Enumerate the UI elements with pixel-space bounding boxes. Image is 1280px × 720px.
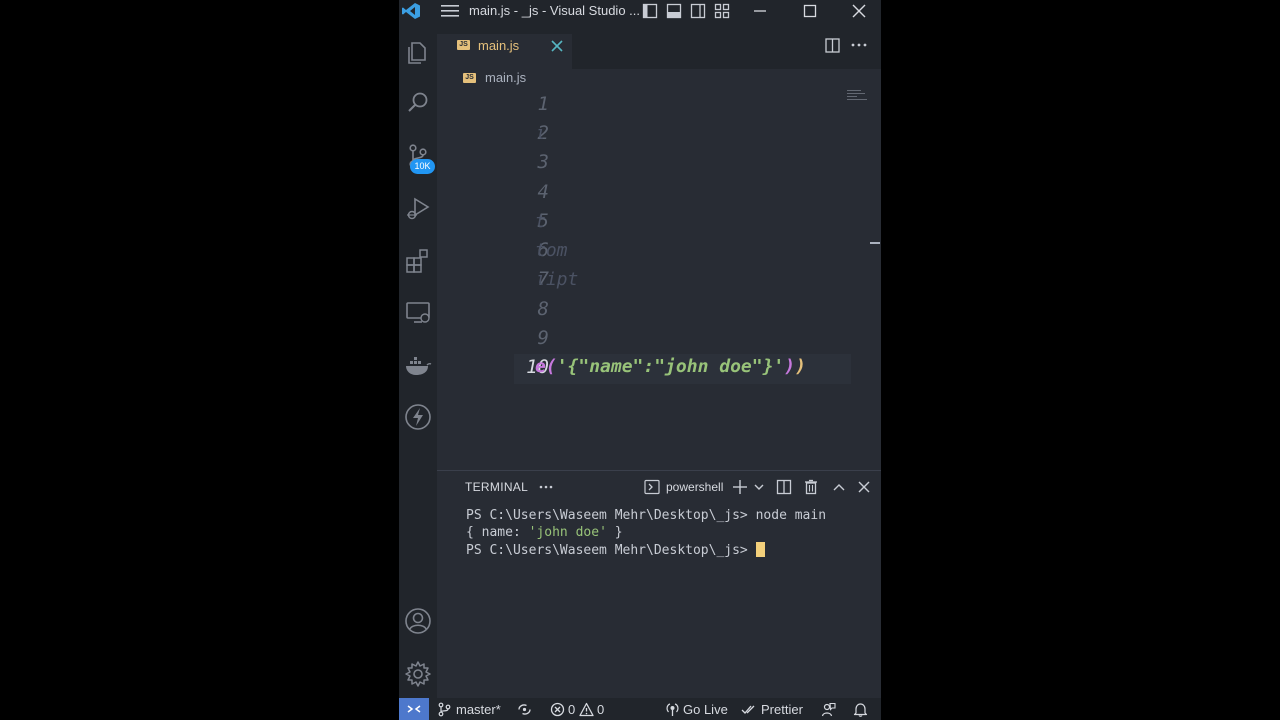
line-number: 4 [537,181,549,203]
terminal-icon [644,479,660,495]
branch-icon [438,702,451,717]
vscode-logo-icon [402,3,420,19]
window-title: main.js - _js - Visual Studio ... [469,3,640,18]
js-file-icon: JS [463,73,476,83]
scrollbar-marker[interactable] [870,242,880,244]
title-bar: main.js - _js - Visual Studio ... [399,0,881,22]
terminal-prompt[interactable]: PS C:\Users\Waseem Mehr\Desktop\_js> [466,542,765,558]
terminal-text: { name: [466,525,529,540]
maximize-icon[interactable] [801,2,819,20]
trash-icon[interactable] [803,479,819,495]
tab-label: main.js [478,38,520,53]
line-number: 3 [537,151,549,173]
customize-layout-icon[interactable] [714,3,730,19]
code-fragment: t [535,211,546,232]
activity-bar: 10K [399,22,437,698]
remote-explorer-icon[interactable] [404,299,432,327]
code-string: '{"name":"john doe"}' [556,356,785,377]
sync-icon[interactable] [517,702,532,717]
editor-tabs: JS main.js [437,22,881,69]
code-fragment: tom [535,240,568,261]
menu-icon[interactable] [441,4,459,18]
code-fragment: ι [535,123,546,144]
code-token: e [535,356,546,377]
terminal-text: } [606,525,623,540]
terminal-panel: TERMINAL powershell PS C:\Users\Waseem M… [437,470,881,698]
minimap[interactable] [847,89,867,101]
line-number: 1 [537,93,549,115]
tab-terminal[interactable]: TERMINAL [465,480,528,494]
branch-name[interactable]: master* [456,702,501,717]
go-live-button[interactable]: Go Live [683,702,728,717]
extensions-icon[interactable] [404,247,432,275]
feedback-icon[interactable] [821,702,836,717]
search-icon[interactable] [404,89,432,117]
explorer-icon[interactable] [404,38,432,66]
code-fragment: ιipt [535,269,579,290]
terminal-string: 'john doe' [528,525,607,540]
minimize-icon[interactable] [751,2,769,20]
code-line-10: e('{"name":"john doe"}')) [535,356,806,377]
code-token: ( [545,356,557,377]
prettier-button[interactable]: Prettier [761,702,803,717]
split-terminal-icon[interactable] [776,479,792,495]
toggle-panel-icon[interactable] [666,3,682,19]
toggle-secondary-sidebar-icon[interactable] [690,3,706,19]
run-debug-icon[interactable] [404,194,432,222]
error-icon[interactable] [550,702,565,717]
terminal-cursor [755,542,765,557]
code-token: ) [784,356,796,377]
close-panel-icon[interactable] [856,479,872,495]
thunder-icon[interactable] [404,403,432,431]
js-file-icon: JS [457,40,470,50]
warning-count[interactable]: 0 [597,702,604,717]
chevron-down-icon[interactable] [751,479,767,495]
status-bar: master* 0 0 Go Live Prettier [399,698,881,720]
docker-icon[interactable] [404,352,432,380]
remote-icon [407,705,421,713]
split-editor-icon[interactable] [825,38,840,53]
more-actions-icon[interactable] [851,43,867,47]
breadcrumb-file[interactable]: main.js [485,70,526,85]
code-editor[interactable]: 1 2 3 4 5 6 7 8 9 10 ι t tom ιipt e('{"n… [437,88,881,468]
toggle-primary-sidebar-icon[interactable] [642,3,658,19]
terminal-text: PS C:\Users\Waseem Mehr\Desktop\_js> [466,543,756,558]
accounts-icon[interactable] [404,607,432,635]
line-number: 8 [537,298,549,320]
settings-icon[interactable] [404,660,432,688]
shell-selector[interactable]: powershell [666,480,723,494]
new-terminal-icon[interactable] [732,479,748,495]
close-window-icon[interactable] [850,2,868,20]
check-all-icon [741,705,755,714]
maximize-panel-icon[interactable] [831,479,847,495]
tab-main-js[interactable]: JS main.js [437,34,572,69]
panel-more-icon[interactable] [538,479,554,495]
warning-icon[interactable] [579,702,594,717]
broadcast-icon [666,703,679,716]
error-count[interactable]: 0 [568,702,575,717]
bell-icon[interactable] [853,702,868,717]
code-token: ) [795,356,806,377]
terminal-line: PS C:\Users\Waseem Mehr\Desktop\_js> nod… [466,508,827,523]
terminal-output: { name: 'john doe' } [466,525,623,540]
source-control-badge: 10K [410,159,435,174]
vscode-window: main.js - _js - Visual Studio ... 10K JS… [399,0,881,720]
remote-indicator[interactable] [399,698,429,720]
close-tab-icon[interactable] [550,39,564,53]
line-number: 9 [537,327,549,349]
